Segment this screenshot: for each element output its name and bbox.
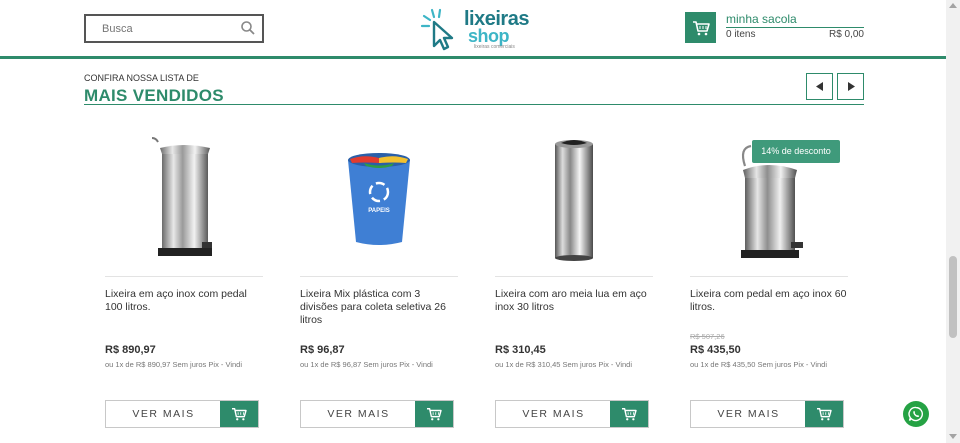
page-scrollbar[interactable] xyxy=(946,0,960,443)
view-more-label[interactable]: VER MAIS xyxy=(496,401,611,427)
cart-item-count: 0 itens xyxy=(726,29,756,40)
carousel-prev-button[interactable] xyxy=(806,73,833,100)
cart-divider xyxy=(726,27,864,28)
product-image[interactable] xyxy=(495,130,653,270)
product-card[interactable]: Lixeira em aço inox com pedal 100 litros… xyxy=(105,130,263,430)
view-more-label[interactable]: VER MAIS xyxy=(691,401,806,427)
arrow-right-icon xyxy=(847,82,855,91)
site-logo[interactable]: lixeiras shop lixeiras comerciais xyxy=(420,6,530,52)
whatsapp-icon xyxy=(908,406,923,422)
add-to-cart-icon[interactable] xyxy=(805,401,843,427)
product-installment: ou 1x de R$ 890,97 Sem juros Pix - Vindi xyxy=(105,360,243,369)
product-card[interactable]: Lixeira com aro meia lua em aço inox 30 … xyxy=(495,130,653,430)
product-price: R$ 435,50 xyxy=(690,344,741,356)
section-divider xyxy=(84,104,864,105)
site-header: lixeiras shop lixeiras comerciais minha … xyxy=(0,0,946,58)
logo-cursor-icon xyxy=(420,8,454,51)
cart-total: R$ 0,00 xyxy=(828,29,864,40)
section-kicker: CONFIRA NOSSA LISTA DE xyxy=(84,73,199,83)
view-more-button[interactable]: VER MAIS xyxy=(495,400,649,428)
view-more-button[interactable]: VER MAIS xyxy=(300,400,454,428)
view-more-label[interactable]: VER MAIS xyxy=(106,401,221,427)
search-box[interactable] xyxy=(84,14,264,43)
product-price: R$ 96,87 xyxy=(300,344,345,356)
product-divider xyxy=(105,276,263,277)
product-card[interactable]: 14% de desconto Lixeira com pedal em aço… xyxy=(690,130,848,430)
product-name[interactable]: Lixeira em aço inox com pedal 100 litros… xyxy=(105,288,263,314)
recycling-bin-image: PAPEIS xyxy=(348,153,410,245)
search-input[interactable] xyxy=(86,16,226,41)
section-title: MAIS VENDIDOS xyxy=(84,86,224,105)
product-installment: ou 1x de R$ 435,50 Sem juros Pix - Vindi xyxy=(690,360,828,369)
product-name[interactable]: Lixeira com pedal em aço inox 60 litros. xyxy=(690,288,848,314)
add-to-cart-icon[interactable] xyxy=(220,401,258,427)
product-installment: ou 1x de R$ 310,45 Sem juros Pix - Vindi xyxy=(495,360,633,369)
logo-tagline: lixeiras comerciais xyxy=(474,44,515,50)
scrollbar-thumb[interactable] xyxy=(949,256,957,338)
product-name[interactable]: Lixeira Mix plástica com 3 divisões para… xyxy=(300,288,458,327)
product-divider xyxy=(300,276,458,277)
mini-cart[interactable]: minha sacola 0 itens R$ 0,00 xyxy=(685,12,864,43)
header-divider xyxy=(0,56,946,59)
product-image[interactable] xyxy=(105,130,263,270)
discount-badge: 14% de desconto xyxy=(752,140,840,163)
product-installment: ou 1x de R$ 96,87 Sem juros Pix - Vindi xyxy=(300,360,433,369)
product-price: R$ 310,45 xyxy=(495,344,546,356)
product-image[interactable]: PAPEIS xyxy=(300,130,458,270)
view-more-button[interactable]: VER MAIS xyxy=(105,400,259,428)
whatsapp-button[interactable] xyxy=(903,401,929,427)
carousel-next-button[interactable] xyxy=(837,73,864,100)
pedal-bin-image xyxy=(151,137,212,256)
view-more-button[interactable]: VER MAIS xyxy=(690,400,844,428)
product-divider xyxy=(690,276,848,277)
product-divider xyxy=(495,276,653,277)
scroll-up-arrow-icon[interactable] xyxy=(949,3,957,8)
search-icon[interactable] xyxy=(240,20,256,36)
product-name[interactable]: Lixeira com aro meia lua em aço inox 30 … xyxy=(495,288,653,314)
arrow-left-icon xyxy=(815,82,823,91)
scroll-down-arrow-icon[interactable] xyxy=(949,434,957,439)
product-card[interactable]: PAPEIS Lixeira Mix plástica com 3 divisõ… xyxy=(300,130,458,430)
view-more-label[interactable]: VER MAIS xyxy=(301,401,416,427)
cart-title[interactable]: minha sacola xyxy=(726,12,797,26)
product-old-price: R$ 507,26 xyxy=(690,332,725,341)
product-price: R$ 890,97 xyxy=(105,344,156,356)
cart-icon[interactable] xyxy=(685,12,716,43)
add-to-cart-icon[interactable] xyxy=(415,401,453,427)
recycle-label: PAPEIS xyxy=(368,208,390,214)
add-to-cart-icon[interactable] xyxy=(610,401,648,427)
cylinder-bin-image xyxy=(555,140,593,261)
